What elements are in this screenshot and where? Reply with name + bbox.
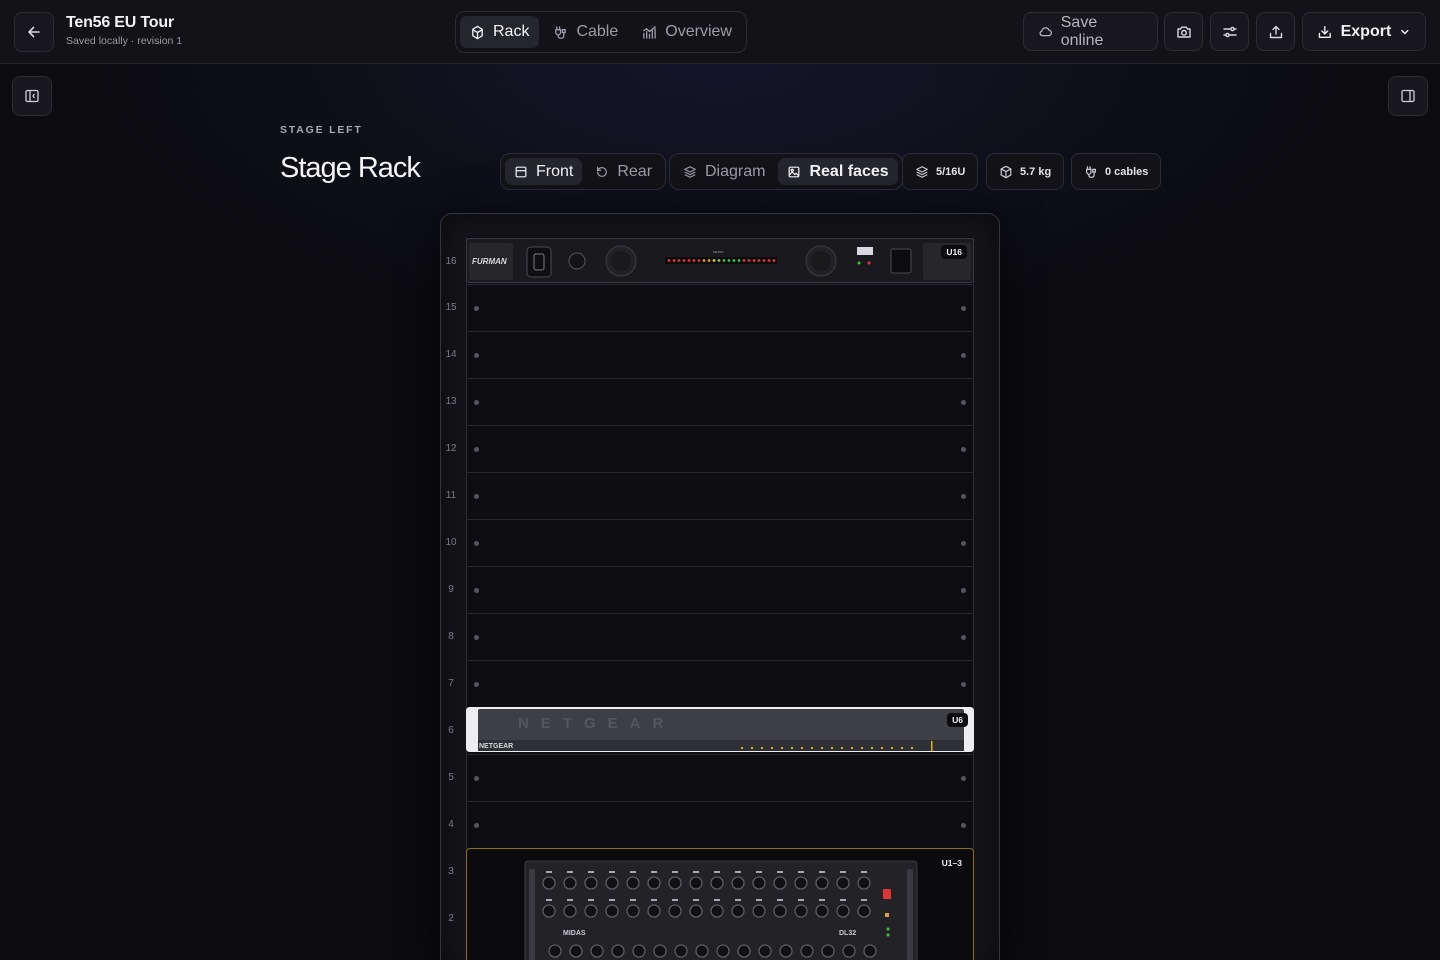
cloud-icon — [1039, 27, 1052, 37]
image-icon — [789, 166, 800, 177]
export-label: Export — [1340, 22, 1392, 40]
box-icon — [1000, 165, 1012, 178]
unit-number: 7 — [448, 678, 454, 689]
tab-rack-label: Rack — [493, 23, 530, 40]
tab-rack[interactable]: Rack — [460, 16, 540, 48]
unit-number: 5 — [448, 772, 454, 783]
chevron-down-icon — [1401, 29, 1409, 35]
front-panel-icon — [515, 166, 527, 177]
view-rear-label: Rear — [617, 162, 653, 180]
dl32-model: DL32 — [839, 930, 856, 937]
settings-button[interactable] — [1210, 12, 1249, 51]
cable-icon — [555, 25, 567, 39]
switch-faceplate: NETGEAR NETGEAR — [466, 707, 974, 752]
tab-cable[interactable]: Cable — [543, 16, 628, 48]
unit-number: 13 — [445, 396, 457, 407]
empty-slot[interactable] — [466, 331, 974, 378]
project-title: Ten56 EU Tour — [66, 14, 174, 31]
device-network-switch[interactable]: NETGEAR NETGEAR U6 — [466, 707, 974, 752]
layers-icon — [916, 165, 928, 178]
unit-number: 11 — [445, 490, 457, 501]
empty-slot[interactable] — [466, 519, 974, 566]
midas-logo: MIDAS — [563, 930, 586, 937]
unit-number: 10 — [445, 537, 457, 548]
cable-icon — [1086, 165, 1096, 178]
cables-value: 0 cables — [1105, 165, 1149, 178]
cables-stat: 0 cables — [1071, 153, 1162, 190]
tab-cable-label: Cable — [576, 23, 619, 40]
share-button[interactable] — [1256, 12, 1295, 51]
sliders-icon — [1222, 26, 1237, 37]
device-power-conditioner[interactable]: FURMAN METER U16 — [466, 238, 974, 283]
save-status: Saved locally · revision 1 — [66, 35, 183, 47]
rack-location: STAGE LEFT — [280, 124, 363, 136]
empty-slot[interactable] — [466, 378, 974, 425]
face-mode-toggle: Diagram Real faces — [669, 153, 903, 190]
tab-overview-label: Overview — [665, 23, 732, 40]
netgear-embossed-logo: NETGEAR — [518, 715, 675, 732]
unit-number: 3 — [448, 866, 454, 877]
right-panel-toggle[interactable] — [1388, 76, 1428, 116]
rack-title: Stage Rack — [280, 152, 421, 184]
empty-slot[interactable] — [466, 472, 974, 519]
unit-number: 4 — [448, 819, 454, 830]
upload-icon — [1269, 25, 1282, 38]
empty-slot[interactable] — [466, 613, 974, 660]
face-diagram-label: Diagram — [705, 162, 766, 180]
arrow-left-icon — [28, 26, 40, 38]
weight-stat: 5.7 kg — [986, 153, 1065, 190]
unit-number: 8 — [448, 631, 454, 642]
meter-label: METER — [713, 250, 724, 254]
empty-slot[interactable] — [466, 566, 974, 613]
save-online-button[interactable]: Save online — [1023, 12, 1158, 51]
download-icon — [1318, 25, 1331, 38]
unit-badge: U1–3 — [941, 858, 962, 868]
top-bar: Ten56 EU Tour Saved locally · revision 1… — [0, 0, 1440, 64]
weight-value: 5.7 kg — [1020, 165, 1052, 178]
unit-badge: U6 — [947, 713, 968, 727]
tab-overview[interactable]: Overview — [632, 16, 742, 48]
units-value: 5/16U — [936, 165, 966, 178]
rack-view-toggle: Front Rear — [500, 153, 667, 190]
unit-number: 15 — [445, 302, 457, 313]
main-tabs: Rack Cable Overview — [455, 11, 747, 53]
netgear-logo: NETGEAR — [479, 743, 513, 750]
export-button[interactable]: Export — [1302, 12, 1426, 51]
save-online-label: Save online — [1060, 13, 1104, 49]
project-title-block: Ten56 EU Tour Saved locally · revision 1 — [66, 14, 182, 47]
empty-slot[interactable] — [466, 801, 974, 848]
units-stat: 5/16U — [902, 153, 979, 190]
unit-number: 16 — [445, 256, 457, 267]
rotate-icon — [597, 166, 608, 177]
chart-icon — [643, 25, 657, 39]
snapshot-button[interactable] — [1164, 12, 1203, 51]
view-front-label: Front — [536, 162, 574, 180]
face-diagram-button[interactable]: Diagram — [674, 158, 774, 185]
empty-slot[interactable] — [466, 425, 974, 472]
empty-slot[interactable] — [466, 660, 974, 707]
rack-icon — [472, 25, 483, 39]
unit-number: 14 — [445, 349, 457, 360]
sidebar-expand-icon — [1401, 89, 1415, 103]
camera-icon — [1176, 26, 1191, 38]
view-front-button[interactable]: Front — [505, 158, 583, 185]
device-stage-box[interactable]: MIDAS DL32 U1–3 — [466, 848, 974, 960]
empty-slot[interactable] — [466, 284, 974, 331]
unit-number: 6 — [448, 725, 454, 736]
empty-slot[interactable] — [466, 754, 974, 801]
unit-number: 2 — [448, 913, 454, 924]
power-conditioner-faceplate: FURMAN METER — [467, 239, 973, 282]
back-button[interactable] — [14, 12, 54, 52]
unit-number: 9 — [448, 584, 454, 595]
left-panel-toggle[interactable] — [12, 76, 52, 116]
sidebar-collapse-icon — [25, 89, 39, 103]
layers-icon — [684, 165, 696, 178]
unit-badge: U16 — [941, 245, 967, 259]
stage-box-faceplate: MIDAS DL32 — [524, 860, 918, 960]
face-real-button[interactable]: Real faces — [778, 158, 898, 185]
furman-logo: FURMAN — [472, 257, 507, 266]
view-rear-button[interactable]: Rear — [586, 158, 661, 185]
face-real-label: Real faces — [809, 162, 889, 180]
unit-number: 12 — [445, 443, 457, 454]
